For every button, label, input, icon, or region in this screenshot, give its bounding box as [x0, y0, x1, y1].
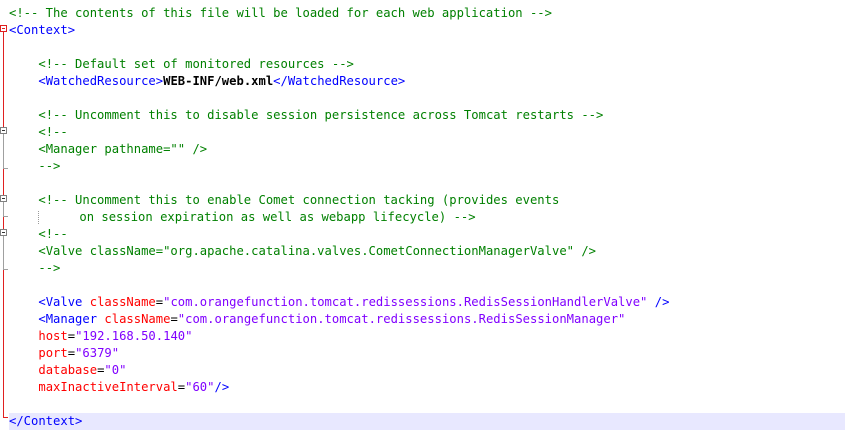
tag-close-context: </Context> — [9, 414, 83, 428]
code-line-22: database="0" — [9, 362, 845, 379]
code-line-5: <WatchedResource>WEB-INF/web.xml</Watche… — [9, 73, 845, 90]
fold-toggle-context-icon[interactable] — [0, 25, 7, 32]
comment: <Manager pathname="" /> — [38, 142, 208, 156]
code-line-18: <Valve className="com.orangefunction.tom… — [9, 294, 845, 311]
element-text: WEB-INF/web.xml — [163, 74, 274, 88]
code-line-4: <!-- Default set of monitored resources … — [9, 56, 845, 73]
fold-end-comment-1 — [3, 168, 8, 169]
comment: <!-- Default set of monitored resources … — [38, 57, 354, 71]
comment: on session expiration as well as webapp … — [79, 210, 476, 224]
fold-line-comment-1 — [3, 134, 4, 168]
attribute-value: "com.orangefunction.tomcat.redissessions… — [177, 312, 626, 326]
attribute-name: port — [38, 346, 68, 360]
code-line-23: maxInactiveInterval="60"/> — [9, 379, 845, 396]
tag-open: <Manager — [38, 312, 98, 326]
code-line-2: <Context> — [9, 22, 845, 39]
fold-line-context — [3, 32, 4, 417]
fold-line-comment-2 — [3, 202, 4, 216]
code-line-8: <!-- — [9, 124, 845, 141]
code-line-16: --> — [9, 260, 845, 277]
code-line-1: <!-- The contents of this file will be l… — [9, 5, 845, 22]
fold-toggle-comment-3-icon[interactable] — [0, 229, 7, 236]
tag-open-context: <Context> — [9, 23, 76, 37]
tag-self-close: /> — [214, 380, 230, 394]
wrap-indent-guide — [38, 211, 79, 224]
comment: <!-- Uncomment this to enable Comet conn… — [38, 193, 560, 207]
attribute-value: "60" — [185, 380, 215, 394]
code-line-12: <!-- Uncomment this to enable Comet conn… — [9, 192, 845, 209]
code-line-9: <Manager pathname="" /> — [9, 141, 845, 158]
fold-end-comment-2 — [3, 216, 8, 217]
code-line-15: <Valve className="org.apache.catalina.va… — [9, 243, 845, 260]
comment: <!-- Uncomment this to disable session p… — [38, 108, 604, 122]
code-line-10: --> — [9, 158, 845, 175]
code-line-19: <Manager className="com.orangefunction.t… — [9, 311, 845, 328]
attribute-name: maxInactiveInterval — [38, 380, 178, 394]
attribute-name: database — [38, 363, 98, 377]
equals-sign: = — [170, 312, 178, 326]
code-line-14: <!-- — [9, 226, 845, 243]
code-line-21: port="6379" — [9, 345, 845, 362]
comment: <Valve className="org.apache.catalina.va… — [38, 244, 597, 258]
comment: <!-- — [38, 125, 68, 139]
fold-end-comment-3 — [3, 269, 8, 270]
equals-sign: = — [67, 346, 76, 360]
comment: <!-- — [38, 227, 68, 241]
fold-toggle-comment-1-icon[interactable] — [0, 127, 7, 134]
code-line-25-current[interactable]: </Context> — [9, 413, 845, 430]
code-line-20: host="192.168.50.140" — [9, 328, 845, 345]
comment: --> — [38, 159, 61, 173]
equals-sign: = — [67, 329, 76, 343]
attribute-value: "192.168.50.140" — [75, 329, 193, 343]
tag-close: </WatchedResource> — [273, 74, 406, 88]
tag-open: <Valve — [38, 295, 83, 309]
attribute-value: "com.orangefunction.tomcat.redissessions… — [163, 295, 648, 309]
code-line-7: <!-- Uncomment this to disable session p… — [9, 107, 845, 124]
attribute-name: className — [89, 295, 156, 309]
attribute-name: host — [38, 329, 68, 343]
attribute-value: "0" — [104, 363, 127, 377]
fold-gutter — [0, 0, 9, 445]
attribute-name: className — [104, 312, 171, 326]
code-line-13: on session expiration as well as webapp … — [9, 209, 845, 226]
attribute-value: "6379" — [75, 346, 120, 360]
fold-toggle-comment-2-icon[interactable] — [0, 195, 7, 202]
tag-self-close: /> — [654, 295, 670, 309]
comment: --> — [38, 261, 61, 275]
comment: <!-- The contents of this file will be l… — [9, 6, 552, 20]
fold-end-context — [3, 417, 8, 418]
fold-line-comment-3 — [3, 236, 4, 269]
tag-open: <WatchedResource> — [38, 74, 164, 88]
